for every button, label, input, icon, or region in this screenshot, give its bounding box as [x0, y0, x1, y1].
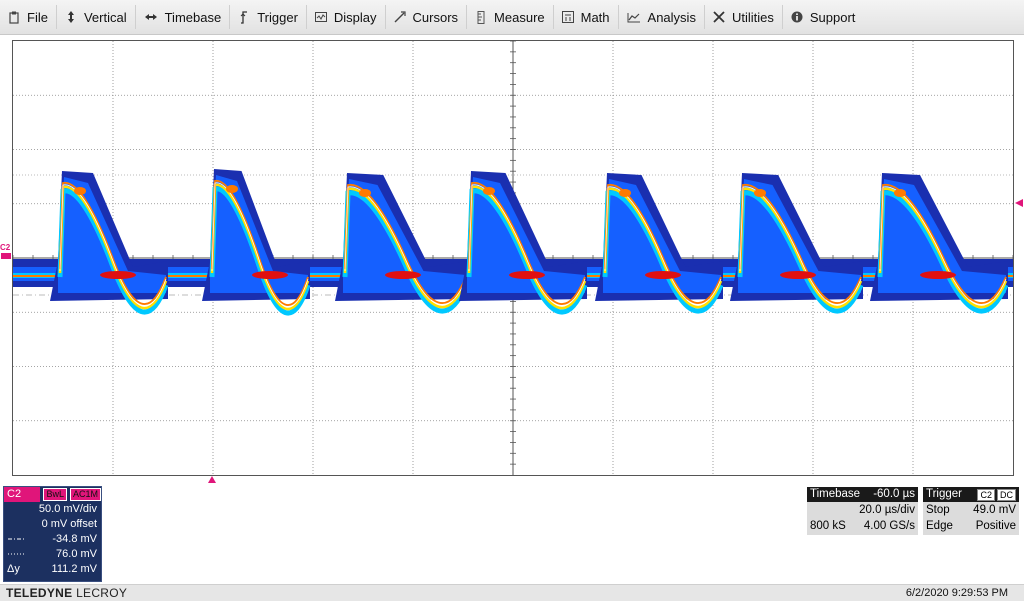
- timebase-descriptor[interactable]: Timebase -60.0 µs 20.0 µs/div 800 kS 4.0…: [807, 487, 918, 535]
- timestamp: 6/2/2020 9:29:53 PM: [905, 587, 1008, 599]
- coupling-badge: AC1M: [69, 488, 101, 501]
- timebase-header: Timebase -60.0 µs: [807, 487, 918, 502]
- trigger-type-row: Edge Positive: [923, 519, 1019, 534]
- channel-descriptor[interactable]: C2 BwL AC1M 50.0 mV/div 0 mV offset -34.…: [3, 486, 102, 582]
- trigger-source: C2: [977, 488, 995, 501]
- trigger-header: Trigger C2 DC: [923, 487, 1019, 502]
- trigger-coupling: DC: [997, 488, 1016, 501]
- volts-per-div: 50.0 mV/div: [38, 503, 97, 515]
- cursor1-value: -34.8 mV: [52, 533, 97, 545]
- channel-header: C2 BwL AC1M: [4, 487, 101, 502]
- cursor2-readout: 76.0 mV: [4, 547, 101, 562]
- ground-marker: [1, 253, 11, 259]
- sample-rate: 4.00 GS/s: [863, 520, 915, 532]
- delta-value: 111.2 mV: [51, 563, 97, 575]
- brand-light: LECROY: [76, 586, 128, 600]
- delta-readout: Δy 111.2 mV: [4, 562, 101, 577]
- cursor1-readout: -34.8 mV: [4, 532, 101, 547]
- channel-name: C2: [4, 487, 41, 502]
- cursor2-value: 76.0 mV: [56, 548, 97, 560]
- trigger-descriptor[interactable]: Trigger C2 DC Stop 49.0 mV Edge Positive: [923, 487, 1019, 535]
- trigger-slope: Positive: [975, 520, 1016, 532]
- trigger-mode-row: Stop 49.0 mV: [923, 503, 1019, 518]
- ground-channel-tag: C2: [0, 243, 11, 252]
- brand-logo: TELEDYNE LECROY: [6, 586, 127, 600]
- brand-bold: TELEDYNE: [6, 586, 73, 600]
- sample-count: 800 kS: [810, 520, 846, 532]
- timebase-delay: -60.0 µs: [873, 488, 915, 500]
- trigger-position-marker: [208, 476, 216, 483]
- sample-row: 800 kS 4.00 GS/s: [807, 519, 918, 534]
- trigger-level: 49.0 mV: [973, 504, 1016, 516]
- trigger-title: Trigger: [926, 488, 962, 500]
- time-per-div: 20.0 µs/div: [859, 504, 915, 516]
- channel-offset: 0 mV offset: [41, 518, 97, 530]
- delta-label: Δy: [7, 563, 20, 575]
- trigger-level-marker: [1015, 199, 1023, 207]
- timebase-title: Timebase: [810, 488, 861, 500]
- status-bar: TELEDYNE LECROY 6/2/2020 9:29:53 PM: [0, 584, 1024, 601]
- trigger-mode: Stop: [926, 504, 950, 516]
- bandwidth-badge: BwL: [43, 488, 67, 501]
- trigger-type: Edge: [926, 520, 953, 532]
